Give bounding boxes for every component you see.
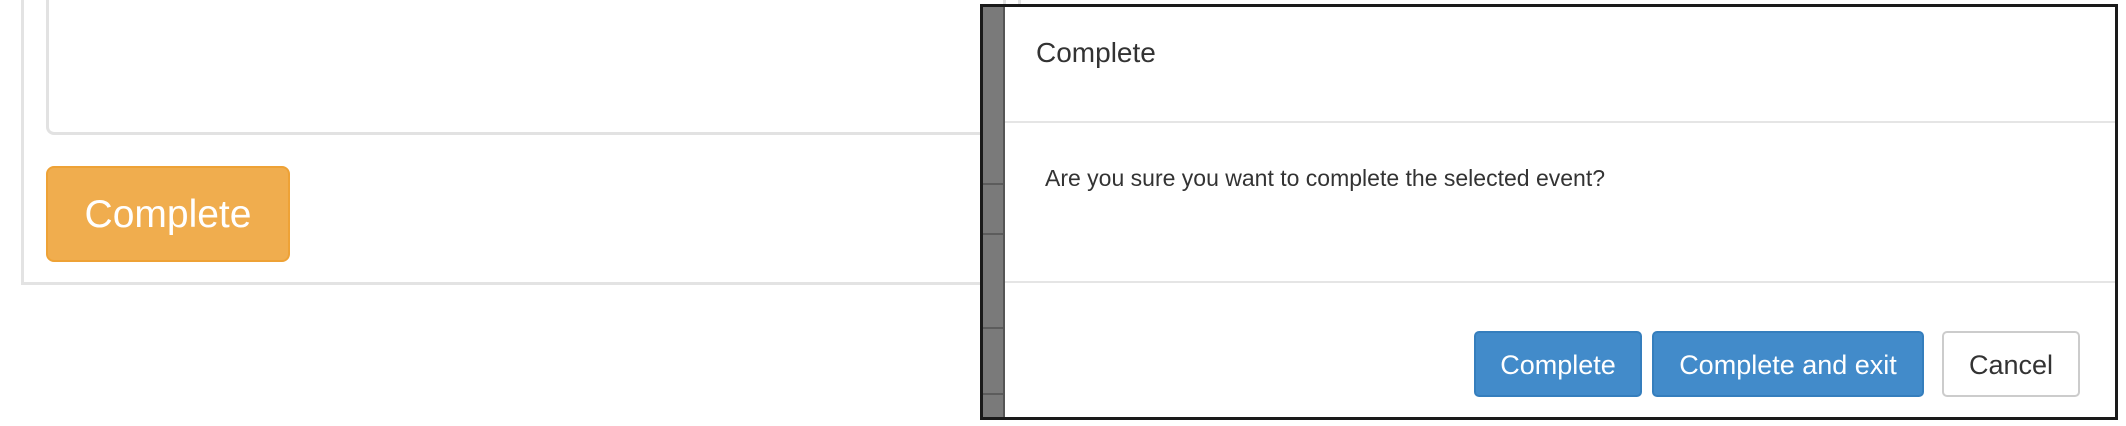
dialog-header: Complete	[1005, 7, 2115, 123]
gutter-divider	[983, 183, 1003, 185]
complete-button[interactable]: Complete	[1474, 331, 1642, 397]
dialog-title: Complete	[1036, 37, 1156, 68]
dialog-left-gutter	[983, 7, 1005, 417]
complete-and-exit-button[interactable]: Complete and exit	[1652, 331, 1924, 397]
gutter-divider	[983, 393, 1003, 395]
background-complete-button[interactable]: Complete	[46, 166, 290, 262]
gutter-divider	[983, 327, 1003, 329]
background-form-box	[46, 0, 1006, 135]
dialog-message: Are you sure you want to complete the se…	[1045, 165, 1605, 191]
dialog-body: Are you sure you want to complete the se…	[1005, 123, 2115, 283]
confirm-complete-dialog: Complete Are you sure you want to comple…	[980, 4, 2118, 420]
gutter-divider	[983, 233, 1003, 235]
screen: Complete Complete Are you sure you want …	[0, 0, 2126, 426]
dialog-footer: Complete Complete and exit Cancel	[1005, 283, 2115, 417]
cancel-button[interactable]: Cancel	[1942, 331, 2080, 397]
